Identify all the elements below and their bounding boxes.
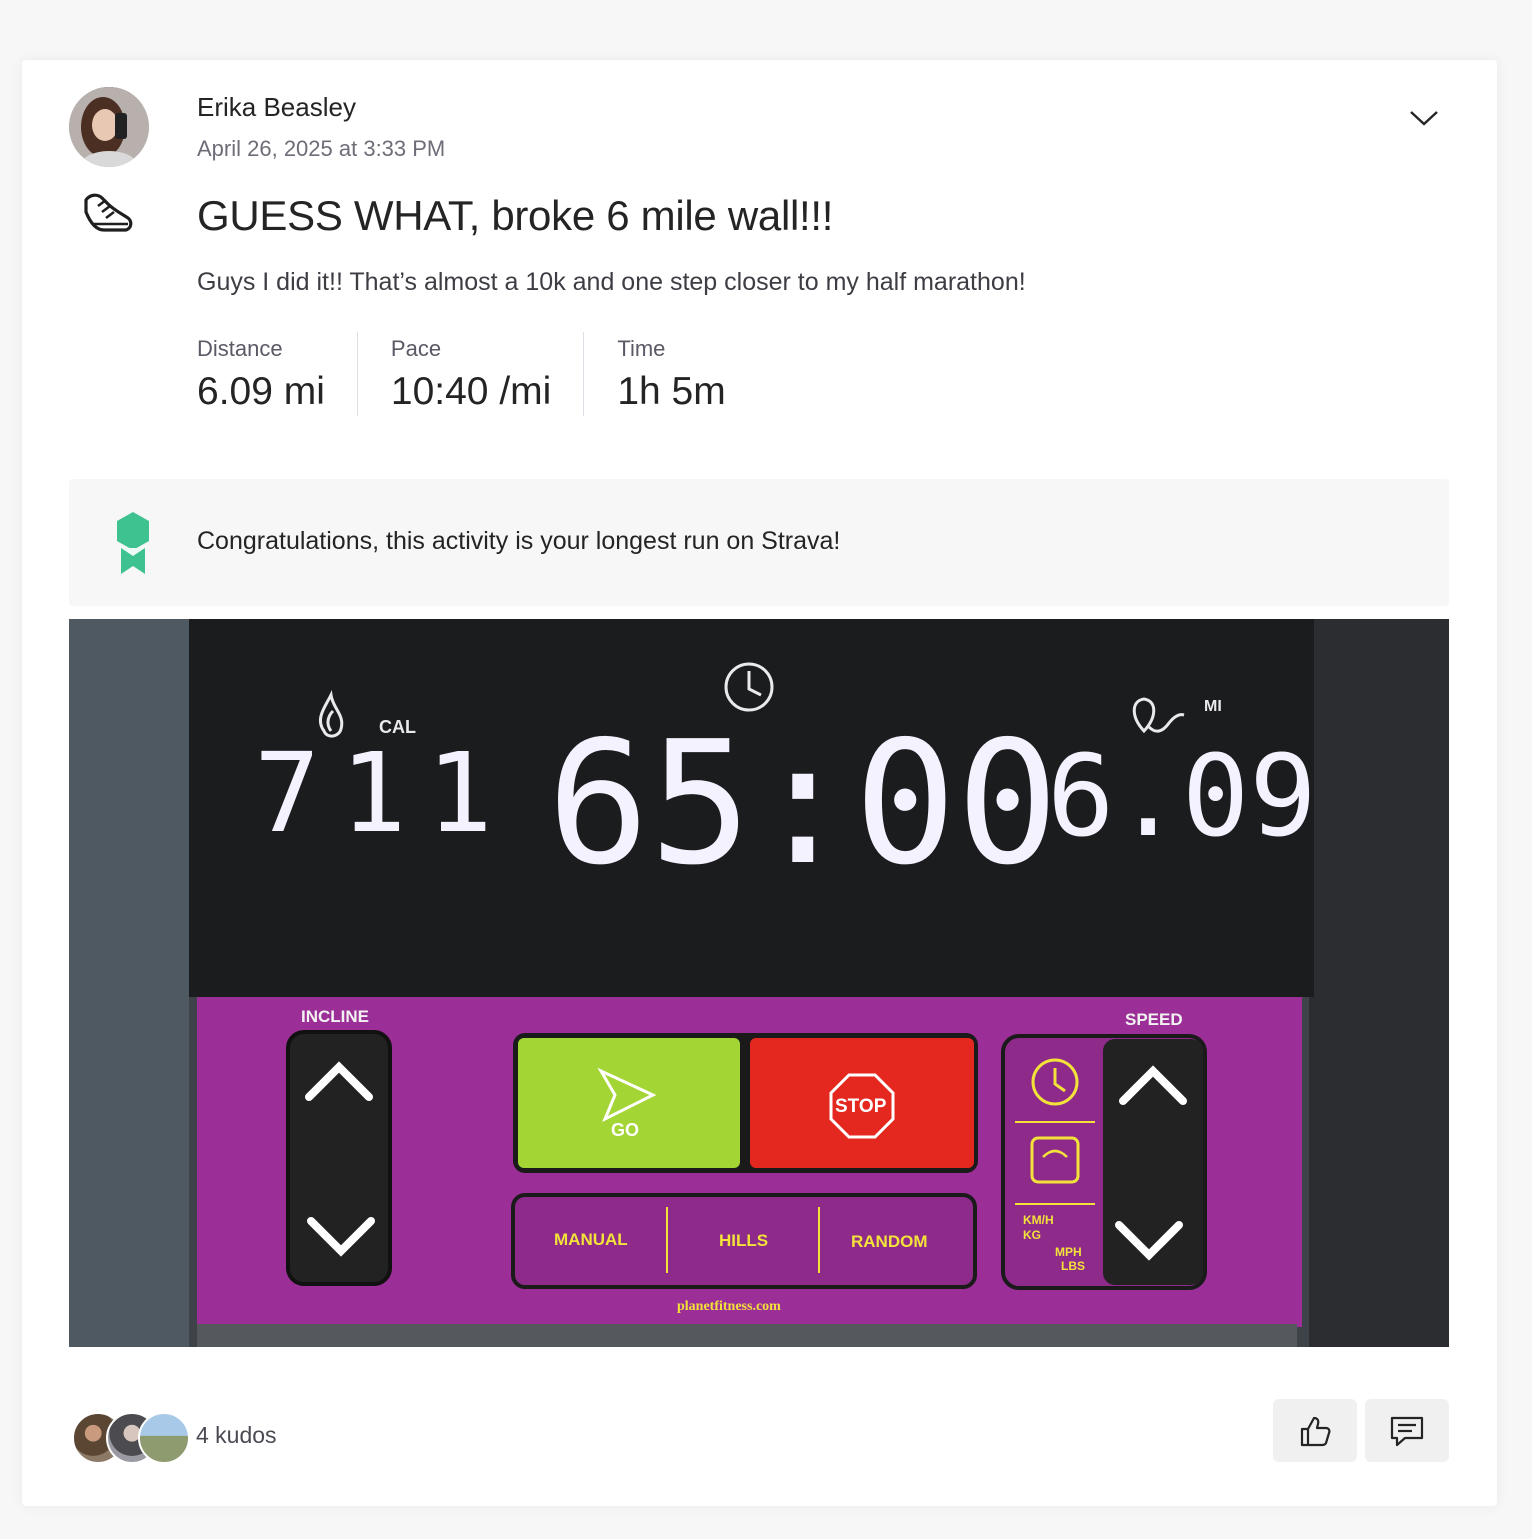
time-readout: 65:00 <box>547 705 1059 903</box>
stat-label: Time <box>617 336 666 361</box>
medal-icon <box>115 512 151 574</box>
speed-label: SPEED <box>1125 1010 1183 1029</box>
incline-label: INCLINE <box>301 1007 369 1026</box>
thumbs-up-icon <box>1300 1416 1331 1446</box>
manual-label: MANUAL <box>554 1230 628 1249</box>
achievement-text: Congratulations, this activity is your l… <box>197 527 841 555</box>
stat-value: 10:40 /mi <box>390 370 552 413</box>
calories-readout: 711 <box>254 729 513 857</box>
random-label: RANDOM <box>851 1232 928 1251</box>
stat-label: Pace <box>390 336 442 361</box>
kudos-count[interactable]: 4 kudos <box>196 1422 277 1449</box>
hills-label: HILLS <box>719 1231 768 1250</box>
kudos-avatars[interactable] <box>72 1412 192 1464</box>
run-shoe-icon <box>80 190 136 238</box>
brand-url: planetfitness.com <box>677 1299 781 1314</box>
give-kudos-button[interactable] <box>1273 1399 1357 1462</box>
mi-label: MI <box>1204 698 1222 715</box>
stop-label: STOP <box>835 1096 887 1117</box>
comment-icon <box>1390 1416 1424 1446</box>
stat-time: Time 1h 5m <box>617 332 757 416</box>
distance-readout: 6.09 <box>1047 732 1317 862</box>
units-lbs-label: LBS <box>1061 1259 1085 1273</box>
activity-photo[interactable]: CAL MI 711 65:00 6.09 INCLINE GO STOP MA… <box>69 619 1449 1347</box>
activity-stats: Distance 6.09 mi Pace 10:40 /mi Time 1h … <box>197 332 791 416</box>
stat-pace: Pace 10:40 /mi <box>390 332 585 416</box>
athlete-name[interactable]: Erika Beasley <box>197 92 356 123</box>
activity-description: Guys I did it!! That’s almost a 10k and … <box>197 268 1026 296</box>
units-kmh-label: KM/H <box>1023 1213 1054 1227</box>
kudos-avatar <box>138 1412 190 1464</box>
go-label: GO <box>611 1120 639 1140</box>
units-mph-label: MPH <box>1055 1245 1082 1259</box>
comment-button[interactable] <box>1365 1399 1449 1462</box>
achievement-banner: Congratulations, this activity is your l… <box>69 479 1449 606</box>
stat-label: Distance <box>197 336 283 361</box>
chevron-down-icon[interactable] <box>1408 106 1440 130</box>
activity-card: Erika Beasley April 26, 2025 at 3:33 PM … <box>22 60 1497 1506</box>
stat-value: 1h 5m <box>617 370 726 413</box>
stat-distance: Distance 6.09 mi <box>197 332 358 416</box>
stat-value: 6.09 mi <box>197 370 325 413</box>
units-kg-label: KG <box>1023 1228 1041 1242</box>
athlete-avatar[interactable] <box>69 87 149 167</box>
activity-timestamp: April 26, 2025 at 3:33 PM <box>197 136 446 161</box>
activity-title[interactable]: GUESS WHAT, broke 6 mile wall!!! <box>197 192 833 240</box>
